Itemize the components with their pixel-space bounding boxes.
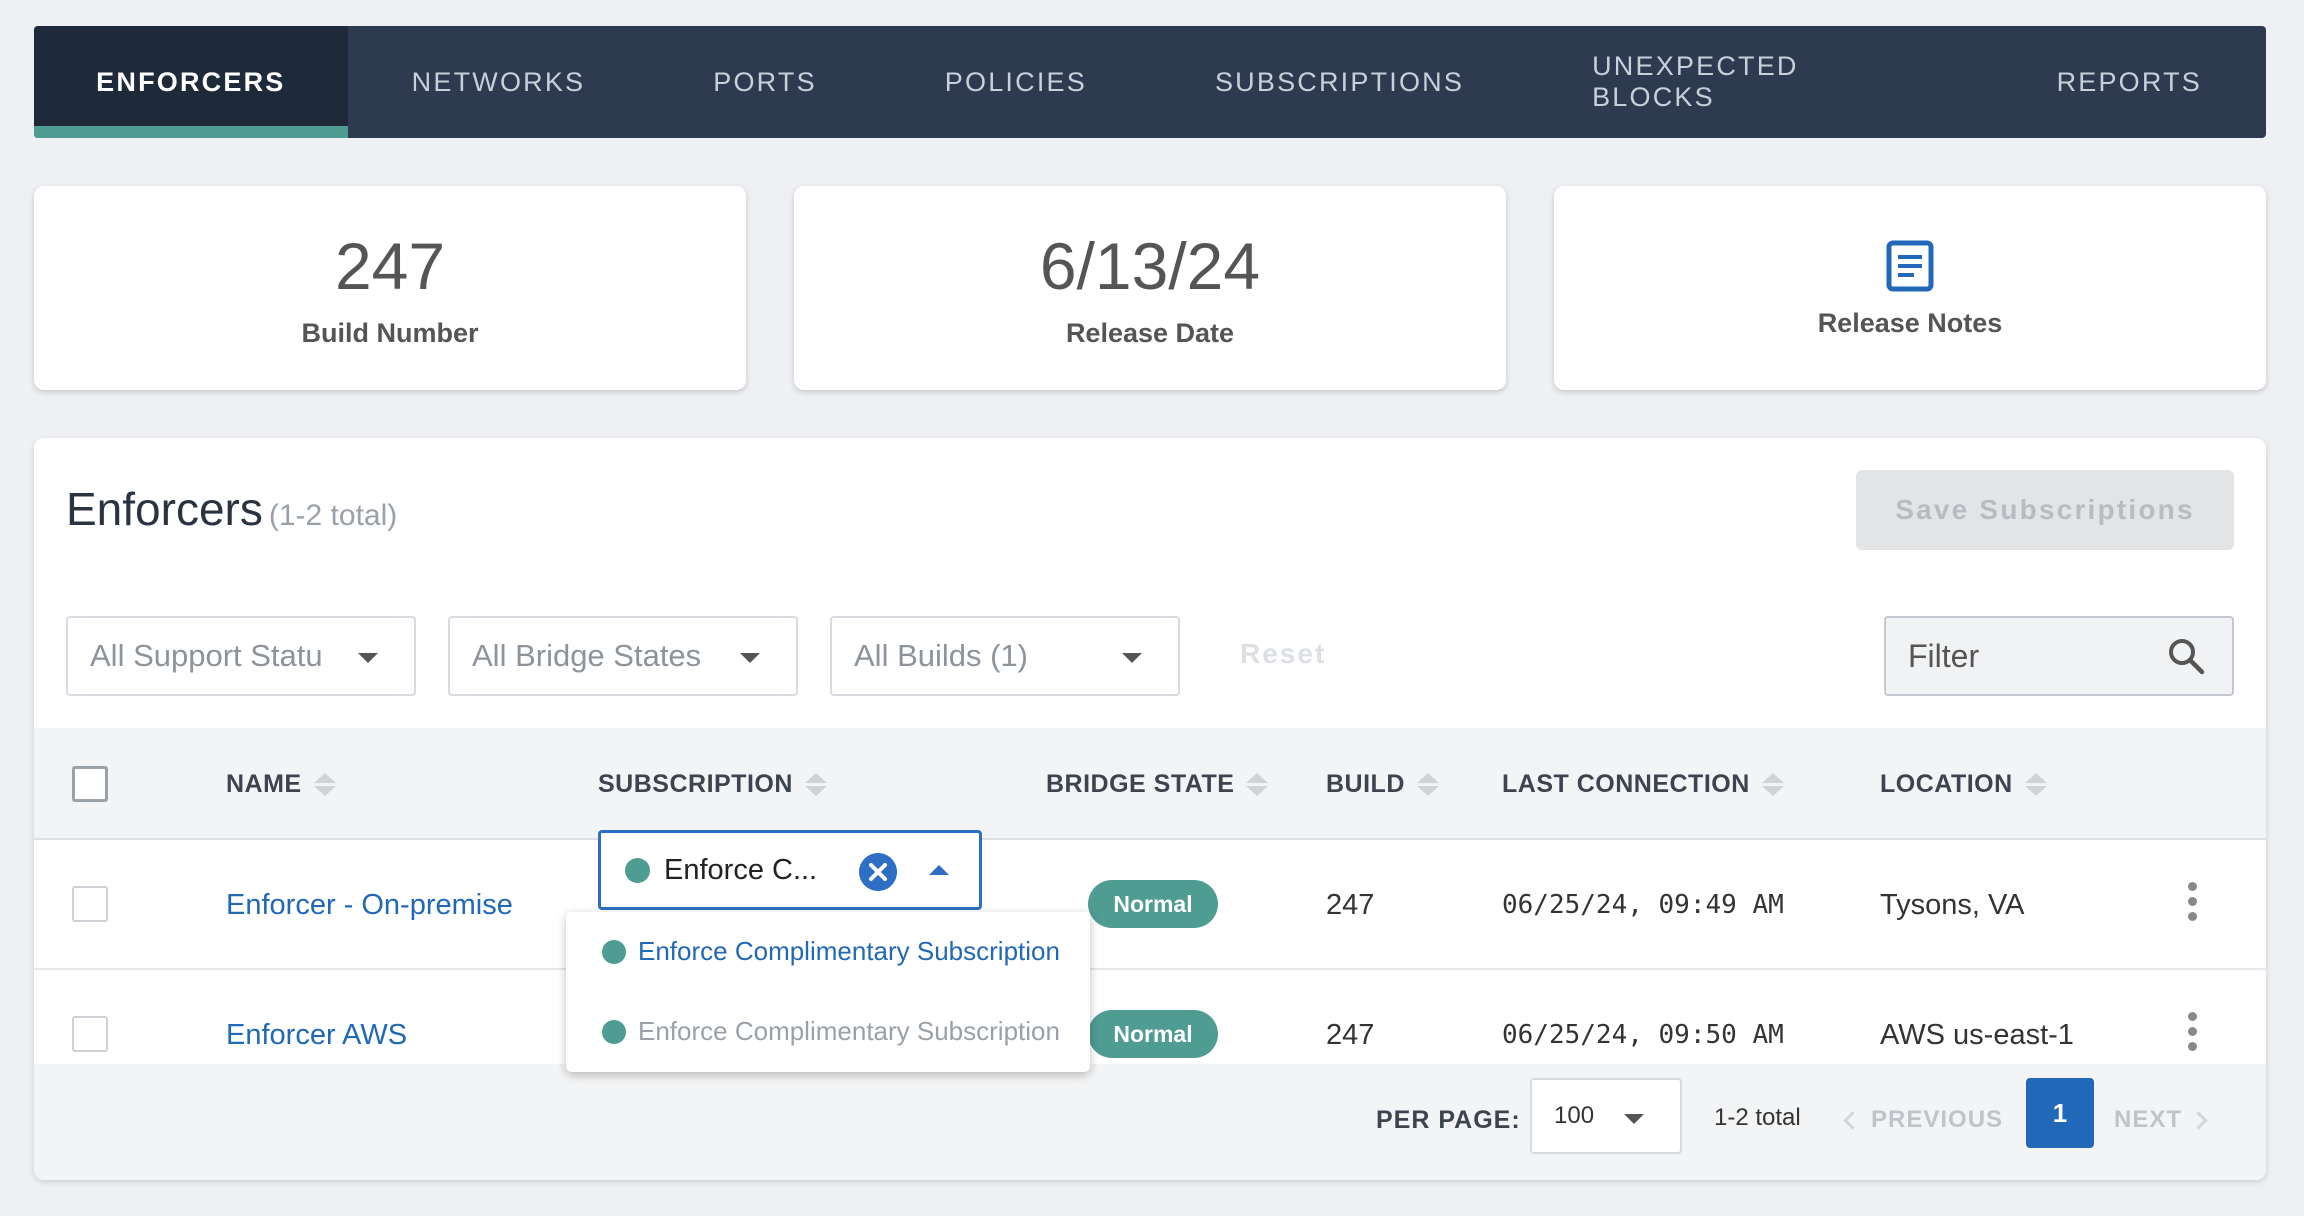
more-options-icon[interactable] [2188, 1012, 2198, 1051]
column-location-label: LOCATION [1880, 769, 2013, 798]
next-button[interactable]: NEXT [2114, 1106, 2208, 1134]
subscription-dropdown-menu: Enforce Complimentary Subscription Enfor… [566, 912, 1090, 1072]
document-icon[interactable] [1886, 240, 1934, 292]
chevron-left-icon [1843, 1111, 1862, 1130]
build-number-label: Build Number [301, 318, 479, 348]
tab-unexpected-blocks[interactable]: UNEXPECTED BLOCKS [1528, 26, 1992, 138]
enforcer-name-link[interactable]: Enforcer - On-premise [226, 840, 513, 970]
filter-input[interactable]: Filter [1884, 616, 2234, 696]
row-checkbox[interactable] [72, 886, 108, 922]
bridge-state-value: All Bridge States [472, 638, 702, 673]
search-icon[interactable] [2166, 636, 2206, 676]
build-number-card: 247 Build Number [34, 186, 746, 390]
total-count: 1-2 total [1714, 1104, 1801, 1131]
per-page-value: 100 [1554, 1102, 1595, 1129]
per-page-select[interactable]: 100 [1530, 1078, 1682, 1154]
row-checkbox[interactable] [72, 1016, 108, 1052]
next-label: NEXT [2114, 1106, 2183, 1133]
more-options-icon[interactable] [2188, 882, 2198, 921]
bridge-state-select[interactable]: All Bridge States [448, 616, 798, 696]
per-page-label: PER PAGE: [1376, 1106, 1521, 1134]
sort-icon[interactable] [313, 772, 336, 796]
tab-policies[interactable]: POLICIES [881, 26, 1151, 138]
release-date-label: Release Date [1065, 318, 1235, 348]
column-bridge-state-label: BRIDGE STATE [1046, 769, 1235, 798]
status-dot-icon [625, 857, 650, 883]
subscription-select[interactable]: Enforce C... [598, 830, 982, 910]
chevron-down-icon [358, 653, 378, 663]
reset-button[interactable]: Reset [1240, 638, 1326, 670]
tab-subscriptions[interactable]: SUBSCRIPTIONS [1151, 26, 1528, 138]
chevron-down-icon [1122, 653, 1142, 663]
release-notes-card[interactable]: Release Notes [1554, 186, 2266, 390]
column-bridge-state[interactable]: BRIDGE STATE [1046, 728, 1269, 840]
tab-networks[interactable]: NETWORKS [348, 26, 650, 138]
chevron-right-icon [2189, 1111, 2208, 1130]
release-date-card: 6/13/24 Release Date [794, 186, 1506, 390]
sort-icon[interactable] [1416, 772, 1439, 796]
panel-subtitle: (1-2 total) [268, 499, 398, 532]
enforcers-panel: Enforcers (1-2 total) Save Subscriptions … [34, 438, 2266, 1180]
main-nav: ENFORCERS NETWORKS PORTS POLICIES SUBSCR… [34, 26, 2266, 138]
column-location[interactable]: LOCATION [1880, 728, 2047, 840]
dropdown-option-label: Enforce Complimentary Subscription [638, 936, 1060, 966]
filter-placeholder: Filter [1908, 637, 1980, 674]
tab-enforcers[interactable]: ENFORCERS [34, 26, 348, 138]
tab-reports[interactable]: REPORTS [1993, 26, 2266, 138]
column-subscription[interactable]: SUBSCRIPTION [598, 728, 827, 840]
table-row: Enforcer - On-premise Normal 247 06/25/2… [34, 840, 2266, 970]
panel-title-text: Enforcers [66, 483, 263, 535]
sort-icon[interactable] [1246, 772, 1269, 796]
save-subscriptions-button[interactable]: Save Subscriptions [1856, 470, 2234, 550]
status-dot-icon [602, 939, 626, 964]
location-cell: Tysons, VA [1880, 888, 2025, 921]
sort-icon[interactable] [1761, 772, 1784, 796]
dropdown-option-label: Enforce Complimentary Subscription [638, 1016, 1060, 1046]
pagination-footer: PER PAGE: 100 1-2 total PREVIOUS 1 NEXT [34, 1064, 2266, 1180]
dropdown-option[interactable]: Enforce Complimentary Subscription [602, 1016, 1060, 1047]
column-build[interactable]: BUILD [1326, 728, 1439, 840]
support-status-value: All Support Statu [90, 638, 323, 673]
select-all-checkbox[interactable] [72, 766, 108, 802]
previous-label: PREVIOUS [1871, 1106, 2004, 1133]
build-number-value: 247 [334, 229, 446, 303]
table-header: NAME SUBSCRIPTION BRIDGE STATE BUILD LAS… [34, 728, 2266, 840]
status-badge: Normal [1088, 880, 1218, 928]
status-dot-icon [602, 1019, 626, 1044]
subscription-select-value: Enforce C... [664, 853, 818, 886]
chevron-down-icon [740, 653, 760, 663]
release-date-value: 6/13/24 [1039, 229, 1261, 303]
column-last-connection-label: LAST CONNECTION [1502, 769, 1750, 798]
dropdown-option[interactable]: Enforce Complimentary Subscription [602, 936, 1060, 967]
last-connection-cell: 06/25/24, 09:49 AM [1502, 890, 1784, 920]
chevron-up-icon[interactable] [929, 865, 949, 875]
sort-icon[interactable] [804, 772, 827, 796]
builds-value: All Builds (1) [854, 638, 1028, 673]
tab-ports[interactable]: PORTS [649, 26, 881, 138]
builds-select[interactable]: All Builds (1) [830, 616, 1180, 696]
column-build-label: BUILD [1326, 769, 1405, 798]
sort-icon[interactable] [2024, 772, 2047, 796]
clear-icon[interactable] [859, 853, 897, 891]
status-badge: Normal [1088, 1010, 1218, 1058]
column-name[interactable]: NAME [226, 728, 336, 840]
page-1-button[interactable]: 1 [2026, 1078, 2094, 1148]
column-name-label: NAME [226, 769, 302, 798]
chevron-down-icon [1624, 1114, 1644, 1124]
page-title: Enforcers (1-2 total) [66, 482, 397, 536]
column-subscription-label: SUBSCRIPTION [598, 769, 793, 798]
support-status-select[interactable]: All Support Statu [66, 616, 416, 696]
build-cell: 247 [1326, 888, 1375, 921]
previous-button[interactable]: PREVIOUS [1843, 1106, 2004, 1134]
release-notes-label[interactable]: Release Notes [1818, 308, 2003, 339]
column-last-connection[interactable]: LAST CONNECTION [1502, 728, 1784, 840]
